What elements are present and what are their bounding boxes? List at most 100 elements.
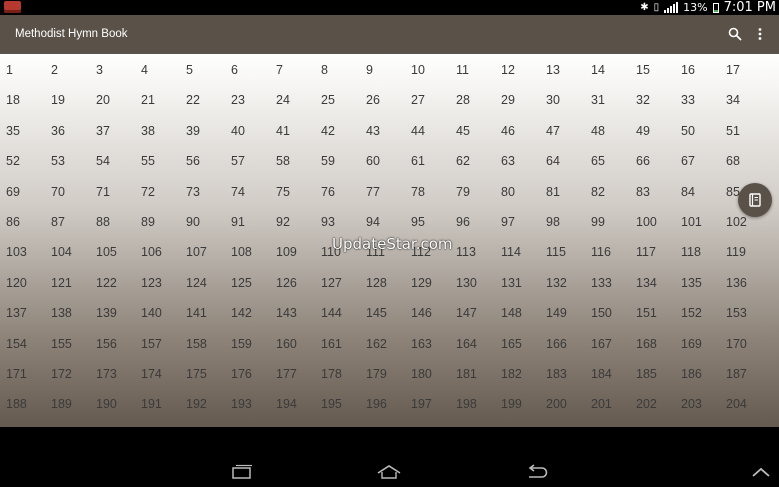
hymn-number-29[interactable]: 29 — [495, 84, 540, 114]
hymn-number-167[interactable]: 167 — [585, 328, 630, 358]
hymn-number-92[interactable]: 92 — [270, 206, 315, 236]
hymn-number-76[interactable]: 76 — [315, 176, 360, 206]
hymn-number-58[interactable]: 58 — [270, 145, 315, 175]
hymn-number-33[interactable]: 33 — [675, 84, 720, 114]
hymn-number-141[interactable]: 141 — [180, 297, 225, 327]
hymn-number-185[interactable]: 185 — [630, 358, 675, 388]
hymn-number-182[interactable]: 182 — [495, 358, 540, 388]
hymn-number-108[interactable]: 108 — [225, 236, 270, 266]
hymn-number-147[interactable]: 147 — [450, 297, 495, 327]
hymn-number-45[interactable]: 45 — [450, 115, 495, 145]
hymn-number-198[interactable]: 198 — [450, 388, 495, 418]
hymn-number-162[interactable]: 162 — [360, 328, 405, 358]
hymn-number-125[interactable]: 125 — [225, 267, 270, 297]
hymn-number-67[interactable]: 67 — [675, 145, 720, 175]
hymn-number-91[interactable]: 91 — [225, 206, 270, 236]
hymn-number-36[interactable]: 36 — [45, 115, 90, 145]
hymn-number-158[interactable]: 158 — [180, 328, 225, 358]
hymn-number-8[interactable]: 8 — [315, 54, 360, 84]
hymn-number-4[interactable]: 4 — [135, 54, 180, 84]
book-icon[interactable] — [738, 183, 772, 217]
hymn-number-80[interactable]: 80 — [495, 176, 540, 206]
hymn-number-136[interactable]: 136 — [720, 267, 765, 297]
hymn-number-186[interactable]: 186 — [675, 358, 720, 388]
hymn-number-144[interactable]: 144 — [315, 297, 360, 327]
hymn-number-17[interactable]: 17 — [720, 54, 765, 84]
hymn-number-81[interactable]: 81 — [540, 176, 585, 206]
hymn-number-24[interactable]: 24 — [270, 84, 315, 114]
hymn-number-6[interactable]: 6 — [225, 54, 270, 84]
hymn-number-154[interactable]: 154 — [0, 328, 45, 358]
hymn-number-20[interactable]: 20 — [90, 84, 135, 114]
hymn-number-66[interactable]: 66 — [630, 145, 675, 175]
hymn-number-2[interactable]: 2 — [45, 54, 90, 84]
hymn-number-197[interactable]: 197 — [405, 388, 450, 418]
hymn-number-135[interactable]: 135 — [675, 267, 720, 297]
hymn-number-96[interactable]: 96 — [450, 206, 495, 236]
hymn-number-193[interactable]: 193 — [225, 388, 270, 418]
hymn-number-7[interactable]: 7 — [270, 54, 315, 84]
hymn-number-19[interactable]: 19 — [45, 84, 90, 114]
hymn-number-21[interactable]: 21 — [135, 84, 180, 114]
hymn-number-107[interactable]: 107 — [180, 236, 225, 266]
hymn-number-49[interactable]: 49 — [630, 115, 675, 145]
hymn-number-156[interactable]: 156 — [90, 328, 135, 358]
hymn-number-62[interactable]: 62 — [450, 145, 495, 175]
hymn-number-172[interactable]: 172 — [45, 358, 90, 388]
hymn-number-160[interactable]: 160 — [270, 328, 315, 358]
hymn-number-184[interactable]: 184 — [585, 358, 630, 388]
hymn-number-203[interactable]: 203 — [675, 388, 720, 418]
hymn-number-122[interactable]: 122 — [90, 267, 135, 297]
hymn-number-52[interactable]: 52 — [0, 145, 45, 175]
hymn-number-168[interactable]: 168 — [630, 328, 675, 358]
hymn-number-121[interactable]: 121 — [45, 267, 90, 297]
hymn-number-159[interactable]: 159 — [225, 328, 270, 358]
hymn-number-132[interactable]: 132 — [540, 267, 585, 297]
hymn-number-194[interactable]: 194 — [270, 388, 315, 418]
hymn-number-124[interactable]: 124 — [180, 267, 225, 297]
hymn-number-1[interactable]: 1 — [0, 54, 45, 84]
hymn-number-101[interactable]: 101 — [675, 206, 720, 236]
hymn-number-3[interactable]: 3 — [90, 54, 135, 84]
hymn-number-16[interactable]: 16 — [675, 54, 720, 84]
hymn-number-164[interactable]: 164 — [450, 328, 495, 358]
hymn-number-55[interactable]: 55 — [135, 145, 180, 175]
hymn-number-114[interactable]: 114 — [495, 236, 540, 266]
hymn-number-157[interactable]: 157 — [135, 328, 180, 358]
hymn-number-28[interactable]: 28 — [450, 84, 495, 114]
hymn-number-90[interactable]: 90 — [180, 206, 225, 236]
hymn-number-163[interactable]: 163 — [405, 328, 450, 358]
hymn-number-87[interactable]: 87 — [45, 206, 90, 236]
hymn-number-94[interactable]: 94 — [360, 206, 405, 236]
hymn-number-88[interactable]: 88 — [90, 206, 135, 236]
hymn-number-189[interactable]: 189 — [45, 388, 90, 418]
hymn-number-22[interactable]: 22 — [180, 84, 225, 114]
hymn-number-27[interactable]: 27 — [405, 84, 450, 114]
hymn-number-133[interactable]: 133 — [585, 267, 630, 297]
hymn-number-69[interactable]: 69 — [0, 176, 45, 206]
hymn-number-83[interactable]: 83 — [630, 176, 675, 206]
hymn-number-73[interactable]: 73 — [180, 176, 225, 206]
hymn-number-40[interactable]: 40 — [225, 115, 270, 145]
hymn-number-10[interactable]: 10 — [405, 54, 450, 84]
hymn-number-72[interactable]: 72 — [135, 176, 180, 206]
hymn-number-51[interactable]: 51 — [720, 115, 765, 145]
hymn-number-119[interactable]: 119 — [720, 236, 765, 266]
hymn-number-75[interactable]: 75 — [270, 176, 315, 206]
hymn-number-95[interactable]: 95 — [405, 206, 450, 236]
recent-apps-icon[interactable] — [230, 464, 254, 484]
hymn-number-190[interactable]: 190 — [90, 388, 135, 418]
hymn-number-150[interactable]: 150 — [585, 297, 630, 327]
hymn-number-74[interactable]: 74 — [225, 176, 270, 206]
hymn-number-30[interactable]: 30 — [540, 84, 585, 114]
hymn-number-113[interactable]: 113 — [450, 236, 495, 266]
hymn-number-177[interactable]: 177 — [270, 358, 315, 388]
hymn-number-11[interactable]: 11 — [450, 54, 495, 84]
hymn-number-48[interactable]: 48 — [585, 115, 630, 145]
hymn-number-42[interactable]: 42 — [315, 115, 360, 145]
hymn-number-138[interactable]: 138 — [45, 297, 90, 327]
hymn-number-118[interactable]: 118 — [675, 236, 720, 266]
hymn-number-56[interactable]: 56 — [180, 145, 225, 175]
search-icon[interactable] — [727, 26, 743, 42]
hymn-number-140[interactable]: 140 — [135, 297, 180, 327]
